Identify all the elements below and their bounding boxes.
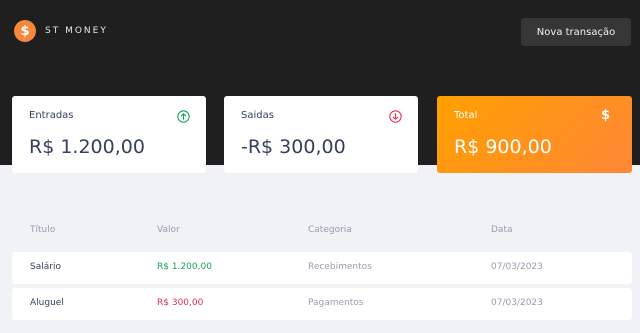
brand-logo[interactable]: $ ST MONEY	[14, 20, 108, 42]
outcome-summary-card: Saidas -R$ 300,00	[224, 96, 418, 173]
transaction-category: Pagamentos	[308, 298, 364, 308]
total-summary-card: Total $ R$ 900,00	[437, 96, 632, 173]
transaction-date: 07/03/2023	[491, 262, 543, 272]
dollar-icon: $	[600, 108, 610, 123]
transaction-title: Salário	[30, 262, 61, 272]
table-row[interactable]: Salário R$ 1.200,00 Recebimentos 07/03/2…	[12, 252, 632, 284]
column-header-date: Data	[491, 225, 513, 235]
income-label: Entradas	[29, 110, 74, 121]
transaction-category: Recebimentos	[308, 262, 372, 272]
new-transaction-button[interactable]: Nova transação	[521, 18, 631, 46]
column-header-value: Valor	[157, 225, 180, 235]
outcome-label: Saidas	[241, 110, 274, 121]
transaction-date: 07/03/2023	[491, 298, 543, 308]
income-value: R$ 1.200,00	[29, 136, 145, 158]
column-header-title: Título	[30, 225, 56, 235]
total-label: Total	[454, 110, 478, 121]
column-header-category: Categoria	[308, 225, 352, 235]
total-value: R$ 900,00	[454, 136, 552, 158]
dollar-logo-icon: $	[14, 20, 36, 42]
transaction-value: R$ 1.200,00	[157, 262, 212, 272]
table-row[interactable]: Aluguel R$ 300,00 Pagamentos 07/03/2023	[12, 288, 632, 320]
transaction-value: R$ 300,00	[157, 298, 204, 308]
arrow-down-circle-icon	[389, 110, 402, 123]
arrow-up-circle-icon	[177, 110, 190, 123]
income-summary-card: Entradas R$ 1.200,00	[12, 96, 206, 173]
outcome-value: -R$ 300,00	[241, 136, 346, 158]
brand-name: ST MONEY	[45, 26, 108, 36]
transaction-title: Aluguel	[30, 298, 64, 308]
